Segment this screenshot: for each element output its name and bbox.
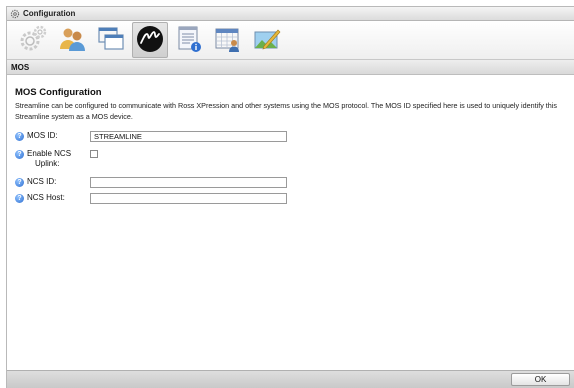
tool-calendar-user[interactable] <box>210 22 246 58</box>
ncs-host-input[interactable] <box>90 193 287 204</box>
ncs-id-label: NCS ID: <box>27 177 57 186</box>
help-icon[interactable]: ? <box>15 132 24 141</box>
tool-notepad-info[interactable] <box>171 22 207 58</box>
section-header: MOS <box>7 60 574 75</box>
ncs-id-row: ? NCS ID: <box>15 177 566 188</box>
enable-ncs-uplink-label: Enable NCS Uplink: <box>27 149 90 169</box>
tool-picture-pen[interactable] <box>249 22 285 58</box>
tool-windows[interactable] <box>93 22 129 58</box>
mos-logo-icon <box>135 24 165 56</box>
calendar-user-icon <box>213 24 243 56</box>
gears-icon <box>18 24 48 56</box>
ncs-host-row: ? NCS Host: <box>15 193 566 204</box>
ok-button[interactable]: OK <box>511 373 570 386</box>
gear-icon <box>10 9 20 19</box>
enable-ncs-row: ? Enable NCS Uplink: <box>15 149 566 169</box>
help-icon[interactable]: ? <box>15 194 24 203</box>
ncs-host-label: NCS Host: <box>27 193 65 202</box>
mos-id-label: MOS ID: <box>27 131 58 140</box>
windows-icon <box>96 24 126 56</box>
window-title: Configuration <box>23 9 76 18</box>
help-icon[interactable]: ? <box>15 150 24 159</box>
footer-bar: OK <box>7 370 574 388</box>
help-icon[interactable]: ? <box>15 178 24 187</box>
mos-id-input[interactable] <box>90 131 287 142</box>
users-icon <box>57 24 87 56</box>
section-title: MOS <box>11 62 30 72</box>
notepad-info-icon <box>174 24 204 56</box>
enable-ncs-label-line1: Enable NCS <box>27 149 72 158</box>
tool-mos[interactable] <box>132 22 168 58</box>
tool-users[interactable] <box>54 22 90 58</box>
mos-id-row: ? MOS ID: <box>15 131 566 142</box>
picture-pen-icon <box>252 24 282 56</box>
panel-heading: MOS Configuration <box>15 87 102 98</box>
enable-ncs-label-line2: Uplink: <box>35 159 60 168</box>
configuration-window: Configuration MOS MOS Configuration Stre… <box>6 6 574 388</box>
tool-general-settings[interactable] <box>15 22 51 58</box>
mos-configuration-panel: MOS Configuration Streamline can be conf… <box>7 75 574 204</box>
enable-ncs-uplink-checkbox[interactable] <box>90 150 98 158</box>
title-bar: Configuration <box>7 7 574 21</box>
toolbar <box>7 21 574 60</box>
panel-description: Streamline can be configured to communic… <box>15 101 557 121</box>
ncs-id-input[interactable] <box>90 177 287 188</box>
